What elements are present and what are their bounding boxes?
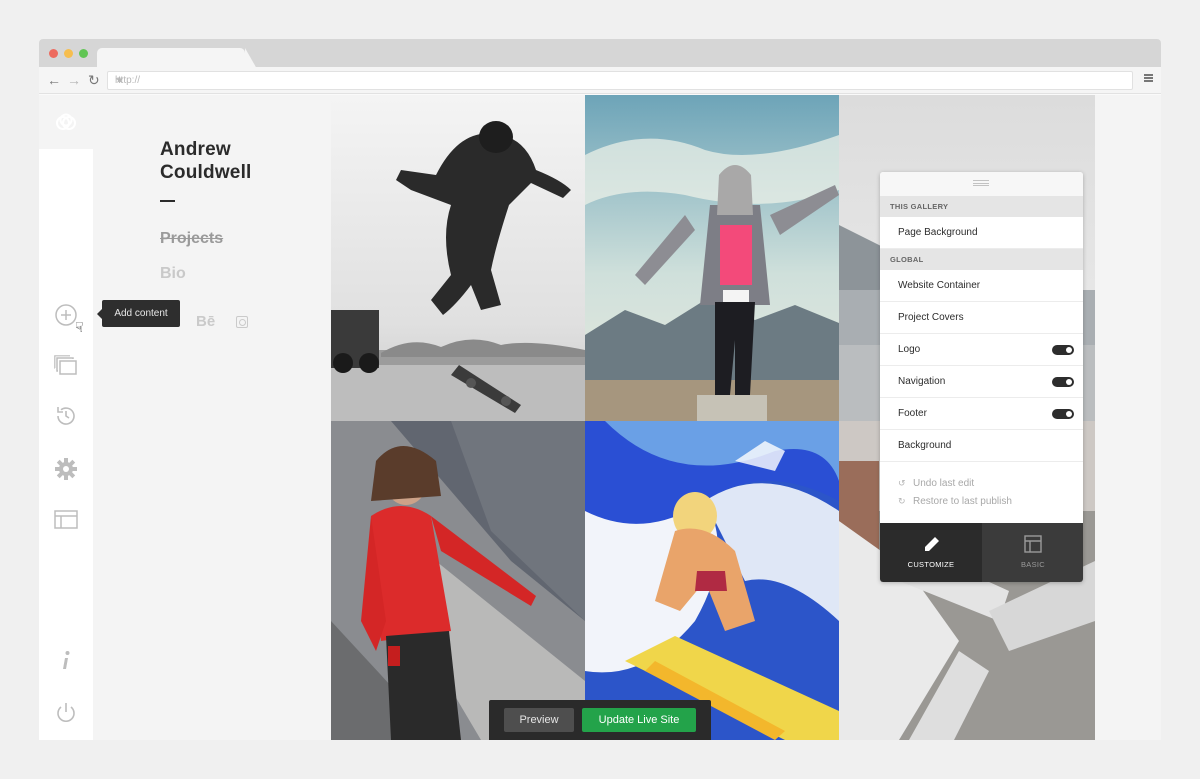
row-label: Navigation [898,376,946,387]
undo-label: Undo last edit [913,478,975,489]
layout-icon[interactable] [54,510,78,530]
row-label: Footer [898,408,927,419]
name-line-2: Couldwell [160,162,252,183]
pencil-icon [925,537,939,551]
gallery-image-woman-sky[interactable] [585,95,839,421]
info-icon[interactable] [54,649,78,673]
behance-icon[interactable]: Bē [196,313,215,330]
row-website-container[interactable]: Website Container [880,270,1083,302]
browser-menu-icon[interactable] [1144,74,1153,82]
drag-handle-icon [973,180,989,186]
site-sidebar: Andrew Couldwell Projects Bio Bē [93,95,331,740]
gallery-image-surf-painting[interactable] [585,421,839,740]
row-project-covers[interactable]: Project Covers [880,302,1083,334]
footer-toggle[interactable] [1052,409,1074,419]
tab-customize-label: CUSTOMIZE [907,560,955,569]
navigation-toggle[interactable] [1052,377,1074,387]
row-label: Page Background [898,227,978,238]
add-content-tooltip: Add content [97,300,180,327]
row-logo[interactable]: Logo [880,334,1083,366]
nav-bio-link[interactable]: Bio [160,265,186,283]
logo-toggle[interactable] [1052,345,1074,355]
nav-projects-link[interactable]: Projects [160,230,223,248]
editor-content: Andrew Couldwell Projects Bio Bē Add con… [39,95,1161,740]
instagram-icon[interactable] [236,316,248,328]
row-navigation[interactable]: Navigation [880,366,1083,398]
maximize-window-button[interactable] [79,49,88,58]
preview-button[interactable]: Preview [504,708,574,732]
row-label: Logo [898,344,921,355]
browser-tab[interactable] [97,48,257,69]
address-bar[interactable]: http:// ★ [107,71,1133,90]
browser-titlebar [39,39,1161,69]
undo-last-edit[interactable]: ↺ Undo last edit [898,478,974,489]
section-this-gallery: THIS GALLERY [880,196,1083,217]
gear-icon[interactable] [54,457,78,481]
close-window-button[interactable] [49,49,58,58]
browser-toolbar: ← → ↻ http:// ★ [39,67,1161,94]
editor-sidebar [39,95,93,740]
back-arrow-icon[interactable]: ← [47,71,61,89]
tab-basic[interactable]: BASIC [982,523,1083,582]
gallery-image-skater[interactable] [331,95,585,421]
canvas-margin [1095,95,1161,740]
panel-tab-bar: CUSTOMIZE BASIC [880,523,1083,582]
hand-cursor-icon: ☟ [75,319,84,335]
forward-arrow-icon[interactable]: → [67,71,81,89]
row-label: Project Covers [898,312,964,323]
collections-icon[interactable] [54,355,78,377]
tab-basic-label: BASIC [1020,560,1045,569]
restore-last-publish[interactable]: ↻ Restore to last publish [898,496,1012,507]
name-line-1: Andrew [160,139,231,160]
gallery-image-red-sweater[interactable] [331,421,585,740]
layout-icon [1024,535,1042,553]
reload-icon[interactable]: ↻ [88,71,100,89]
tab-customize[interactable]: CUSTOMIZE [880,523,982,582]
bookmark-star-icon[interactable]: ★ [115,75,1126,86]
customize-panel: THIS GALLERY Page Background GLOBAL Webs… [880,172,1083,582]
minimize-window-button[interactable] [64,49,73,58]
publish-bar: Preview Update Live Site [489,700,711,740]
power-icon[interactable] [54,701,78,725]
panel-drag-handle[interactable] [880,172,1083,196]
row-background[interactable]: Background [880,430,1083,462]
section-global: GLOBAL [880,249,1083,270]
row-label: Website Container [898,280,981,291]
row-label: Background [898,440,952,451]
row-page-background[interactable]: Page Background [880,217,1083,249]
creative-cloud-icon[interactable] [54,113,78,131]
restore-label: Restore to last publish [913,496,1012,507]
row-footer[interactable]: Footer [880,398,1083,430]
name-divider [160,200,175,202]
history-icon[interactable] [54,404,78,428]
browser-window: ← → ↻ http:// ★ Andrew Couldwell Project… [39,39,1161,740]
site-owner-name[interactable]: Andrew Couldwell [160,138,252,184]
restore-icon: ↻ [898,496,906,506]
undo-icon: ↺ [898,478,906,488]
update-live-site-button[interactable]: Update Live Site [582,708,696,732]
sidebar-header [39,95,93,149]
